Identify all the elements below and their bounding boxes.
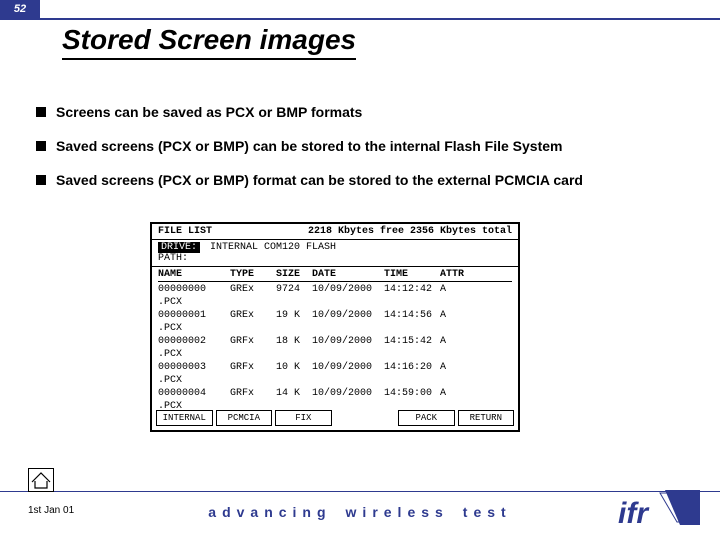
cell-attr: A [440,309,470,335]
cell-date: 10/09/2000 [312,335,384,361]
tagline-word: advancing [208,504,331,520]
cell-time: 14:14:56 [384,309,440,335]
footer-tagline: advancing wireless test [208,504,511,520]
cell-date: 10/09/2000 [312,361,384,387]
file-row: 00000003 .PCX GRFx 10 K 10/09/2000 14:16… [158,361,512,387]
col-name: NAME [158,269,230,280]
file-list-columns: NAME TYPE SIZE DATE TIME ATTR [152,267,518,280]
bullet-item: Saved screens (PCX or BMP) can be stored… [36,138,696,154]
bullet-square-icon [36,107,46,117]
softkey-internal: INTERNAL [156,410,213,426]
drive-label: DRIVE: [158,242,200,253]
cell-time: 14:15:42 [384,335,440,361]
svg-text:ifr: ifr [618,497,650,530]
file-list-header: FILE LIST 2218 Kbytes free 2356 Kbytes t… [152,224,518,240]
file-row: 00000002 .PCX GRFx 18 K 10/09/2000 14:15… [158,335,512,361]
bullet-list: Screens can be saved as PCX or BMP forma… [36,104,696,206]
cell-name: 00000003 .PCX [158,361,230,387]
page-title: Stored Screen images [62,24,356,60]
col-date: DATE [312,269,384,280]
file-list-screenshot: FILE LIST 2218 Kbytes free 2356 Kbytes t… [150,222,520,432]
softkey-fix: FIX [275,410,332,426]
file-list-rows: 00000000 .PCX GREx 9724 10/09/2000 14:12… [152,282,518,414]
tagline-word: wireless [346,504,449,520]
bullet-text: Saved screens (PCX or BMP) can be stored… [56,138,562,154]
cell-date: 10/09/2000 [312,283,384,309]
cell-size: 10 K [276,361,312,387]
bullet-text: Saved screens (PCX or BMP) format can be… [56,172,583,188]
tagline-word: test [463,504,512,520]
cell-attr: A [440,335,470,361]
ifr-logo: ifr [610,485,700,530]
cell-size: 9724 [276,283,312,309]
cell-name: 00000001 .PCX [158,309,230,335]
file-list-softkeys: INTERNAL PCMCIA FIX PACK RETURN [156,410,514,426]
cell-type: GREx [230,309,276,335]
cell-type: GRFx [230,361,276,387]
bullet-text: Screens can be saved as PCX or BMP forma… [56,104,362,120]
cell-name: 00000002 .PCX [158,335,230,361]
cell-size: 19 K [276,309,312,335]
file-list-title: FILE LIST [158,226,212,237]
cell-time: 14:12:42 [384,283,440,309]
file-row: 00000000 .PCX GREx 9724 10/09/2000 14:12… [158,283,512,309]
softkey-pcmcia: PCMCIA [216,410,273,426]
softkey-pack: PACK [398,410,455,426]
path-label: PATH: [158,253,512,264]
cell-name: 00000000 .PCX [158,283,230,309]
col-time: TIME [384,269,440,280]
cell-date: 10/09/2000 [312,309,384,335]
col-attr: ATTR [440,269,470,280]
bullet-square-icon [36,175,46,185]
bullet-item: Screens can be saved as PCX or BMP forma… [36,104,696,120]
softkey-return: RETURN [458,410,515,426]
cell-attr: A [440,361,470,387]
file-list-drive-row: DRIVE: INTERNAL COM120 FLASH PATH: [152,240,518,267]
drive-value: INTERNAL COM120 FLASH [210,242,336,253]
col-type: TYPE [230,269,276,280]
footer-date: 1st Jan 01 [28,505,74,516]
cell-time: 14:16:20 [384,361,440,387]
cell-type: GREx [230,283,276,309]
cell-type: GRFx [230,335,276,361]
file-list-freespace: 2218 Kbytes free 2356 Kbytes total [308,226,512,237]
bullet-item: Saved screens (PCX or BMP) format can be… [36,172,696,188]
col-size: SIZE [276,269,312,280]
cell-size: 18 K [276,335,312,361]
page-number: 52 [0,0,40,18]
title-divider [0,18,720,20]
bullet-square-icon [36,141,46,151]
home-icon[interactable] [28,468,54,492]
file-row: 00000001 .PCX GREx 19 K 10/09/2000 14:14… [158,309,512,335]
cell-attr: A [440,283,470,309]
